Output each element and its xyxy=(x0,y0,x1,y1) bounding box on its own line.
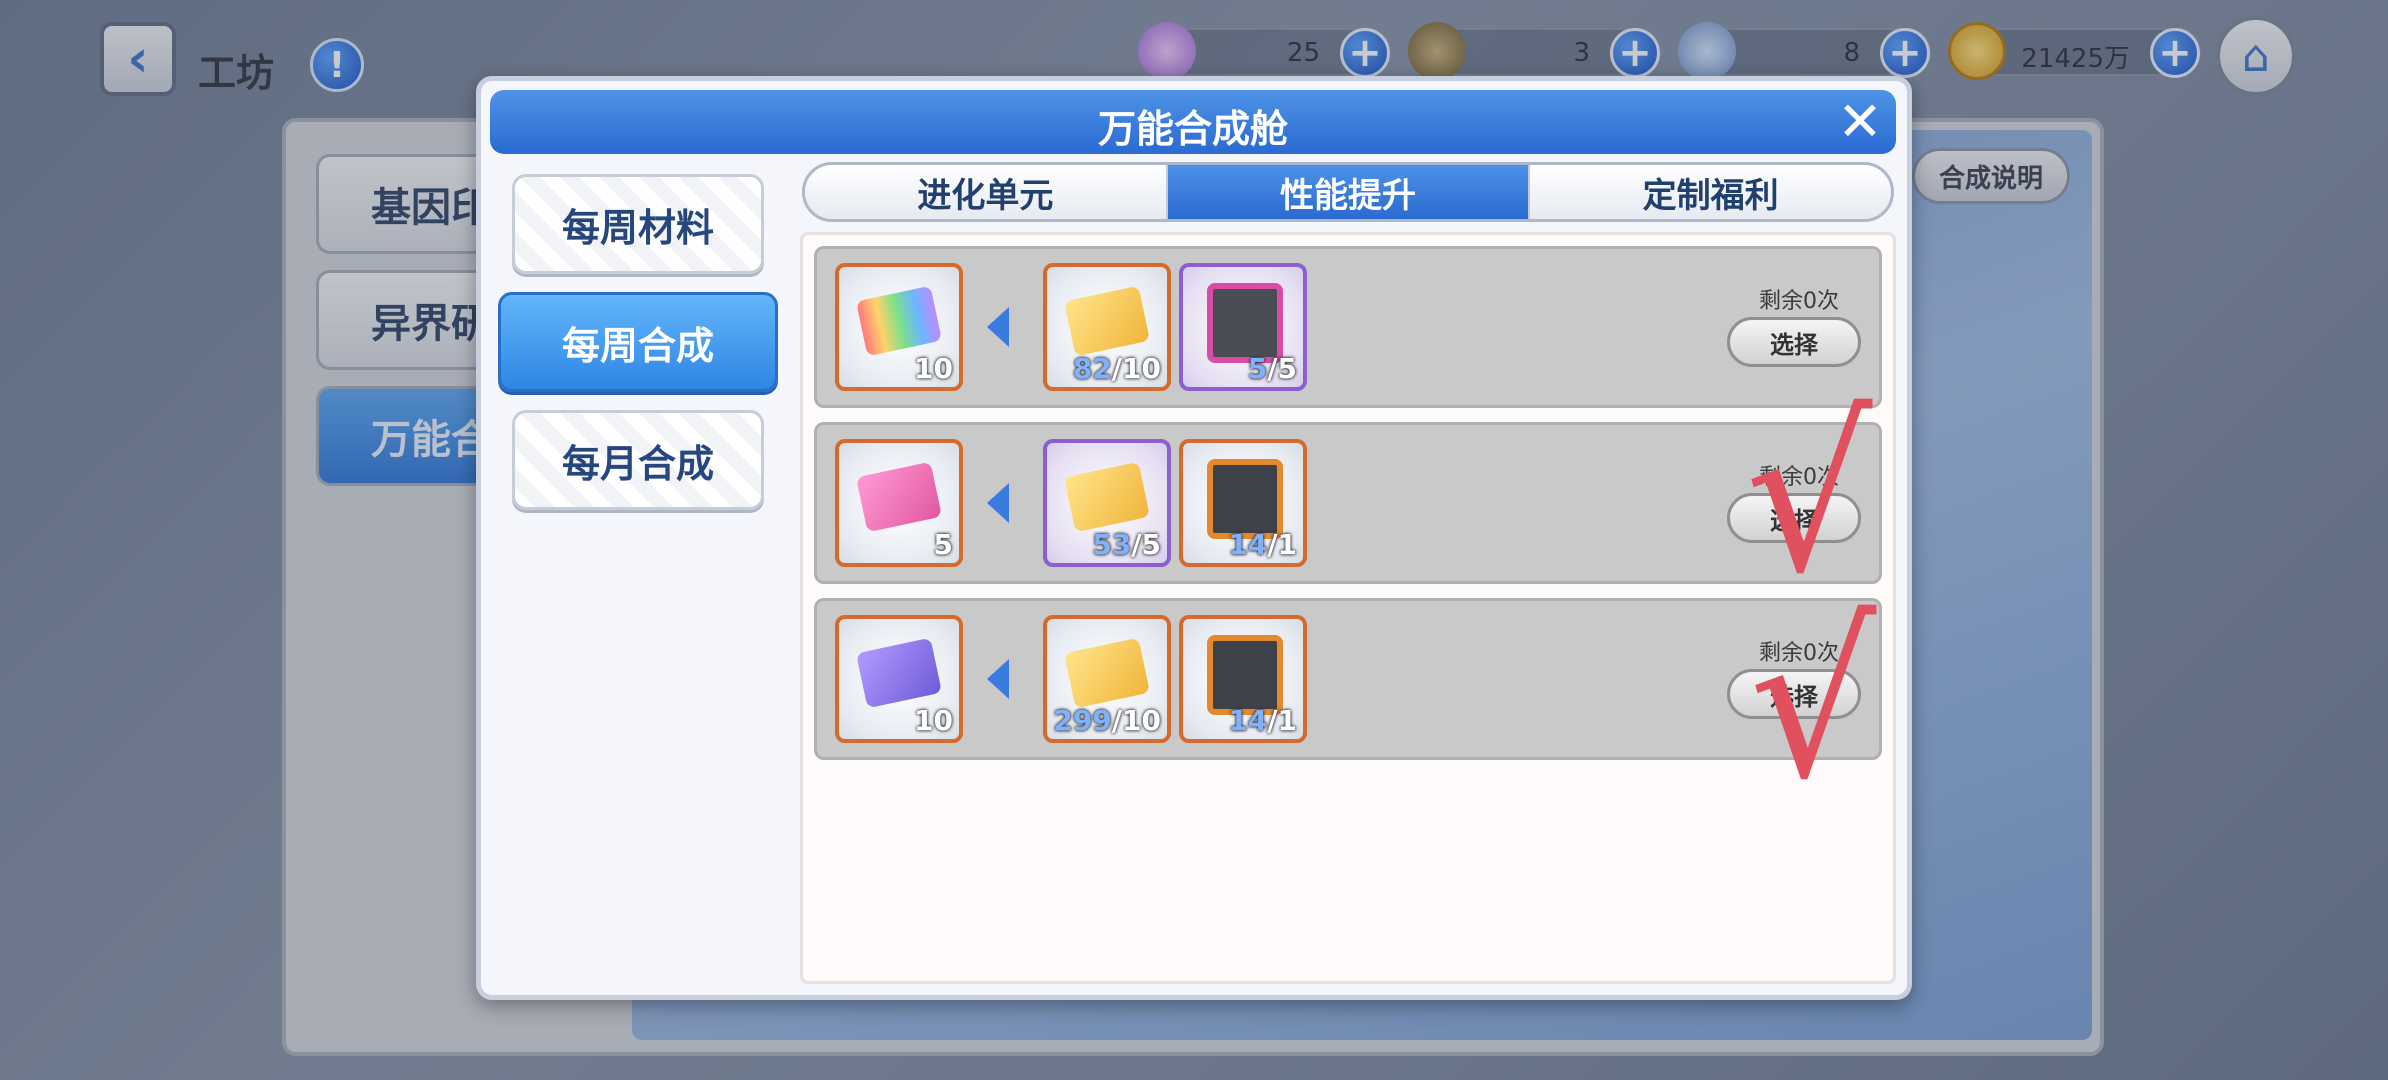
item-need: /5 xyxy=(1267,352,1297,385)
input-item[interactable]: 14/1 xyxy=(1179,615,1307,743)
item-need: /10 xyxy=(1111,352,1161,385)
item-need: /1 xyxy=(1267,704,1297,737)
input-item[interactable]: 14/1 xyxy=(1179,439,1307,567)
item-have: 5 xyxy=(1247,352,1268,385)
item-count: 10 xyxy=(914,352,953,385)
input-item[interactable]: 82/10 xyxy=(1043,263,1171,391)
sidebar-monthly-synthesis[interactable]: 每月合成 xyxy=(512,410,764,510)
item-have: 14 xyxy=(1228,704,1268,737)
arrow-left-icon xyxy=(987,307,1009,347)
item-have: 299 xyxy=(1053,704,1112,737)
input-item[interactable]: 5/5 xyxy=(1179,263,1307,391)
output-item[interactable]: 10 xyxy=(835,263,963,391)
gold-shard-icon xyxy=(1064,285,1150,357)
pink-dna-card-icon xyxy=(856,461,942,533)
choose-button[interactable]: 选择 xyxy=(1727,317,1861,367)
recipe-row: 10 299/10 14/1 剩余0次 选择 xyxy=(814,598,1882,760)
purple-sword-card-icon xyxy=(856,637,942,709)
tab-bar: 进化单元 性能提升 定制福利 xyxy=(802,162,1894,222)
rainbow-ticket-icon xyxy=(856,285,942,357)
item-have: 53 xyxy=(1092,528,1132,561)
arrow-left-icon xyxy=(987,483,1009,523)
orange-chip-icon xyxy=(1207,459,1283,539)
item-need: /10 xyxy=(1111,704,1161,737)
item-need: /1 xyxy=(1267,528,1297,561)
recipe-row: 10 82/10 5/5 剩余0次 选择 xyxy=(814,246,1882,408)
arrow-left-icon xyxy=(987,659,1009,699)
input-item[interactable]: 53/5 xyxy=(1043,439,1171,567)
item-count: 10 xyxy=(914,704,953,737)
orange-chip-icon xyxy=(1207,635,1283,715)
close-icon[interactable]: ✕ xyxy=(1834,95,1886,149)
input-item[interactable]: 299/10 xyxy=(1043,615,1171,743)
recipe-row: 5 53/5 14/1 剩余0次 选择 xyxy=(814,422,1882,584)
sidebar-weekly-materials[interactable]: 每周材料 xyxy=(512,174,764,274)
output-item[interactable]: 5 xyxy=(835,439,963,567)
item-have: 82 xyxy=(1072,352,1112,385)
item-have: 14 xyxy=(1228,528,1268,561)
remaining-count: 剩余0次 xyxy=(1759,289,1839,314)
tab-evolution-unit[interactable]: 进化单元 xyxy=(805,165,1168,219)
item-count: 5 xyxy=(933,528,953,561)
pink-chip-icon xyxy=(1207,283,1283,363)
modal-title: 万能合成舱 xyxy=(1097,107,1288,151)
gold-sword-card-icon xyxy=(1064,637,1150,709)
output-item[interactable]: 10 xyxy=(835,615,963,743)
item-need: /5 xyxy=(1131,528,1161,561)
sidebar-weekly-synthesis[interactable]: 每周合成 xyxy=(498,292,778,392)
gold-dna-card-icon xyxy=(1064,461,1150,533)
tab-custom-benefits[interactable]: 定制福利 xyxy=(1530,165,1891,219)
check-mark-icon: √ xyxy=(1745,374,1873,619)
check-mark-icon: √ xyxy=(1749,580,1877,825)
tab-performance-boost[interactable]: 性能提升 xyxy=(1167,165,1531,219)
